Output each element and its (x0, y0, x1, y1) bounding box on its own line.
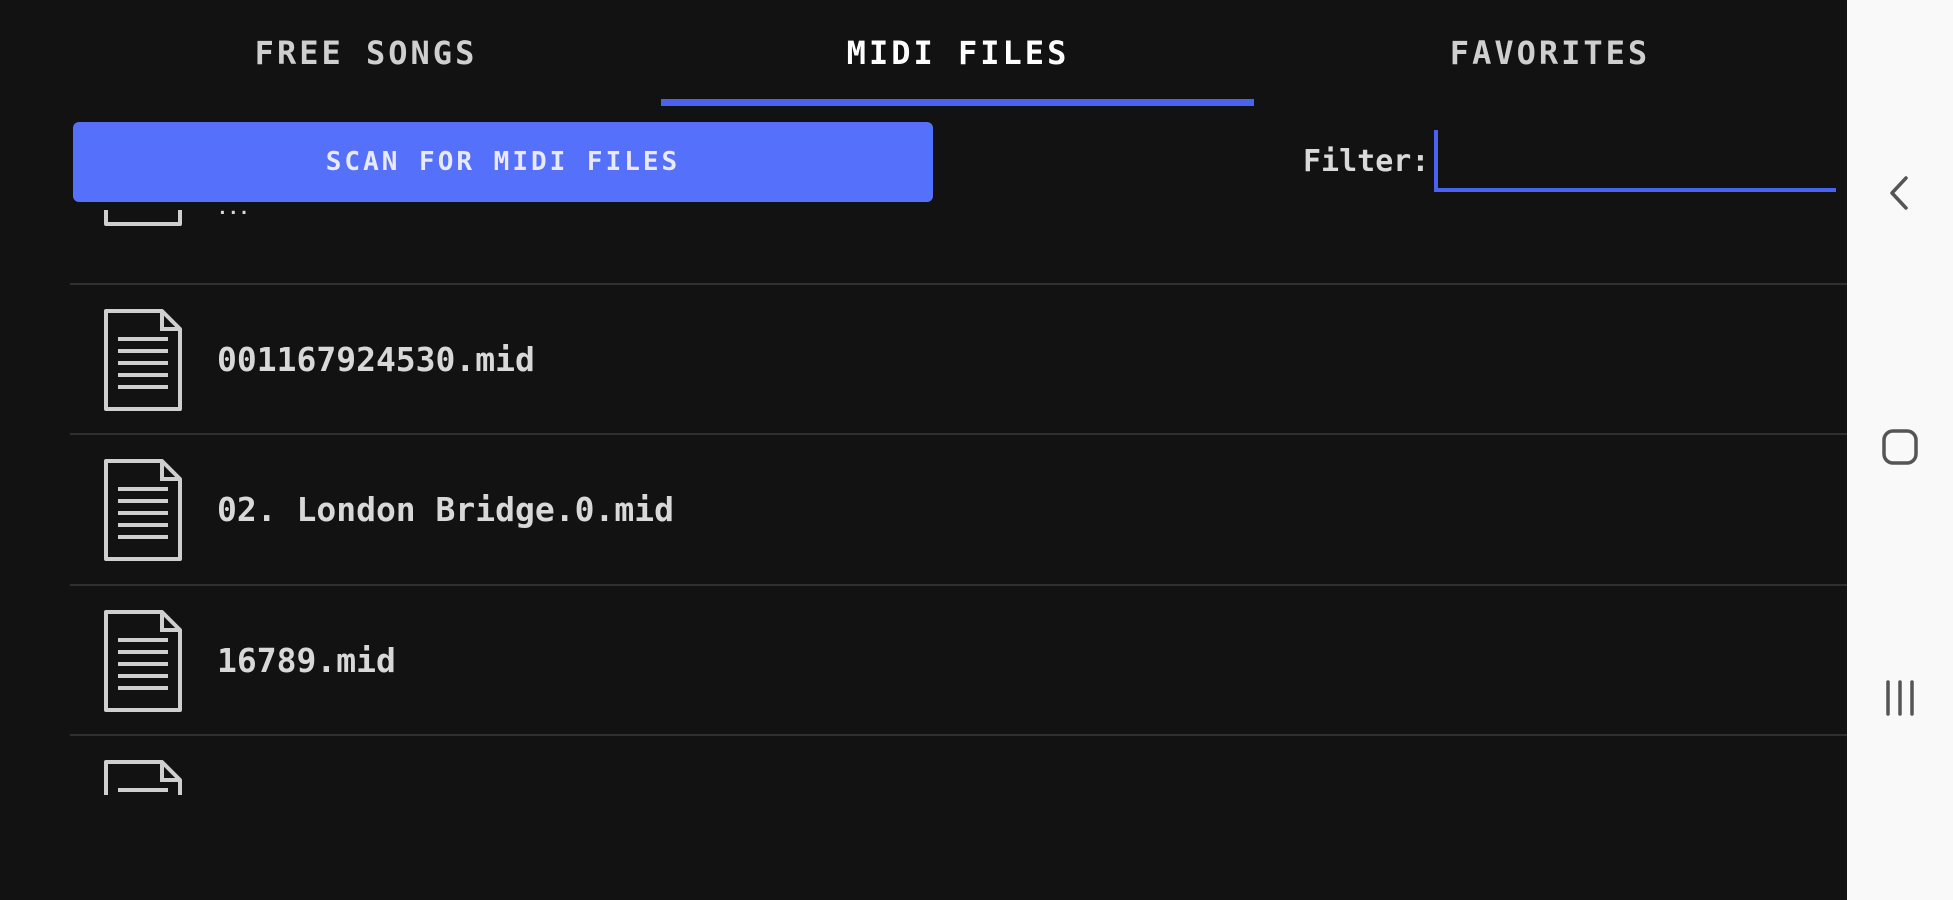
home-icon[interactable] (1875, 422, 1925, 472)
main-panel: FREE SONGS MIDI FILES FAVORITES SCAN FOR… (0, 0, 1847, 900)
document-icon (104, 610, 182, 712)
list-item[interactable]: 001167924530.mid (70, 285, 1847, 435)
document-icon (104, 459, 182, 561)
tab-free-songs[interactable]: FREE SONGS (70, 0, 662, 108)
app-window: FREE SONGS MIDI FILES FAVORITES SCAN FOR… (0, 0, 1953, 900)
tab-midi-files[interactable]: MIDI FILES (662, 0, 1254, 108)
list-item[interactable] (70, 736, 1847, 795)
scan-midi-files-button[interactable]: SCAN FOR MIDI FILES (73, 122, 933, 202)
file-list[interactable]: ... 001167924530.mid (70, 210, 1847, 795)
text-cursor (1434, 130, 1438, 190)
file-name: 02. London Bridge.0.mid (217, 490, 674, 529)
system-navigation-bar (1847, 0, 1953, 900)
document-icon (104, 309, 182, 411)
recents-icon[interactable] (1875, 673, 1925, 723)
list-item[interactable]: ... (70, 210, 1847, 250)
document-icon (104, 760, 182, 795)
tab-favorites[interactable]: FAVORITES (1254, 0, 1846, 108)
list-item[interactable]: 16789.mid (70, 586, 1847, 736)
file-name: 16789.mid (217, 641, 396, 680)
filter-input[interactable] (1434, 130, 1836, 192)
file-name: 001167924530.mid (217, 340, 535, 379)
document-icon (104, 210, 182, 226)
list-item[interactable]: 02. London Bridge.0.mid (70, 435, 1847, 585)
filter-label: Filter: (1303, 144, 1430, 179)
back-icon[interactable] (1875, 168, 1925, 218)
tab-bar: FREE SONGS MIDI FILES FAVORITES (70, 0, 1847, 108)
active-tab-indicator (661, 99, 1254, 106)
file-name: ... (217, 210, 250, 250)
